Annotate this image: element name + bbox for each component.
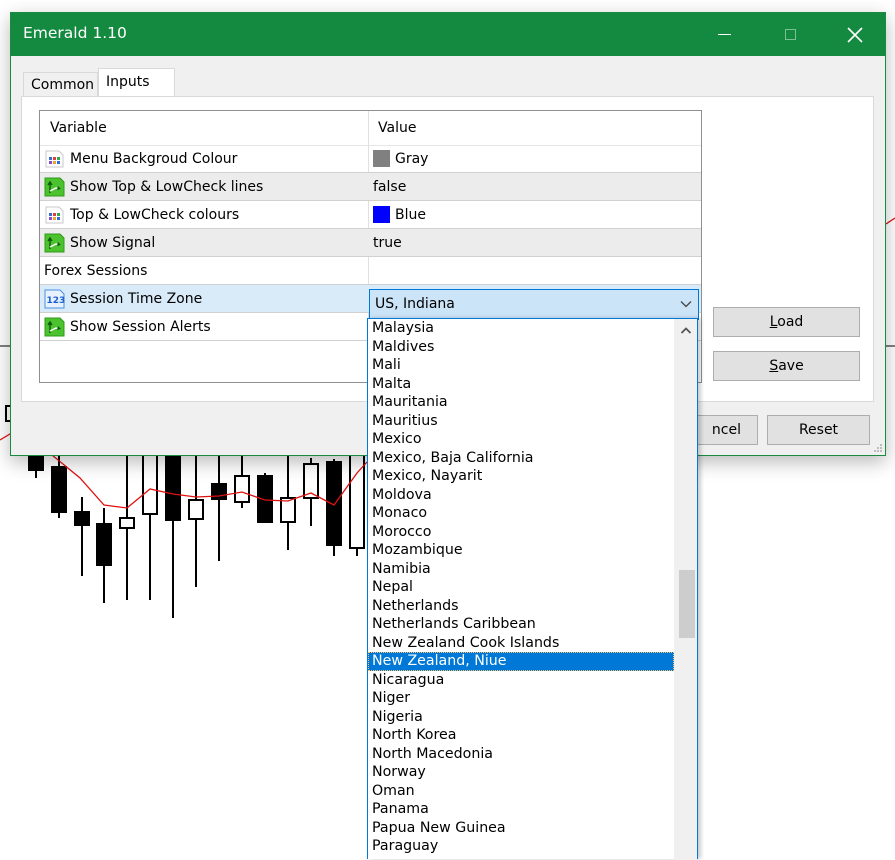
dropdown-option[interactable]: North Korea (368, 726, 674, 745)
column-header-variable[interactable]: Variable (50, 120, 107, 136)
close-button[interactable] (832, 13, 878, 56)
candle-body (326, 461, 342, 546)
grid-row-show-top-lowcheck-lines[interactable]: Show Top & LowCheck lines false (40, 173, 701, 201)
dropdown-option[interactable]: Norway (368, 763, 674, 782)
variable-name: Top & LowCheck colours (70, 206, 240, 223)
dropdown-option[interactable]: Mozambique (368, 541, 674, 560)
load-label: Load (769, 314, 804, 330)
variable-value[interactable]: Gray (395, 151, 428, 167)
cancel-label: ncel (711, 422, 741, 438)
dropdown-option[interactable]: Namibia (368, 560, 674, 579)
title-bar[interactable]: Emerald 1.10 (11, 13, 885, 56)
dropdown-options: Malaysia Maldives Mali Malta Mauritania Mauri… (368, 319, 674, 856)
scroll-up-button[interactable] (674, 319, 697, 341)
color-swatch (373, 150, 390, 167)
variable-name: Show Signal (70, 234, 156, 251)
candle-body (142, 446, 158, 515)
variable-name: Session Time Zone (70, 290, 203, 307)
dropdown-option[interactable]: Malaysia (368, 319, 674, 338)
grid-row-menu-background-colour[interactable]: Menu Backgroud Colour Gray (40, 145, 701, 173)
variable-name: Show Top & LowCheck lines (70, 178, 264, 195)
color-param-icon (44, 205, 66, 225)
save-button[interactable]: Save (713, 351, 860, 381)
dropdown-option[interactable]: Panama (368, 800, 674, 819)
candle-body (51, 466, 67, 513)
dropdown-option[interactable]: Mauritania (368, 393, 674, 412)
dropdown-option[interactable]: Mexico (368, 430, 674, 449)
variable-value[interactable]: false (373, 179, 406, 195)
dropdown-option[interactable]: Monaco (368, 504, 674, 523)
column-header-value[interactable]: Value (378, 120, 416, 136)
dropdown-scrollbar[interactable] (674, 319, 697, 860)
variable-name: Show Session Alerts (70, 318, 211, 335)
variable-value[interactable]: Blue (395, 207, 426, 223)
variable-name: Menu Backgroud Colour (70, 150, 238, 167)
moving-average-line (885, 217, 895, 225)
tab-common[interactable]: Common (23, 72, 98, 97)
grid-row-show-signal[interactable]: Show Signal true (40, 229, 701, 257)
dropdown-option[interactable]: Netherlands (368, 597, 674, 616)
candle-body (165, 446, 181, 521)
maximize-button (767, 13, 813, 56)
minimize-button[interactable] (701, 13, 747, 56)
tab-inputs[interactable]: Inputs (98, 68, 175, 98)
grid-row-top-lowcheck-colours[interactable]: Top & LowCheck colours Blue (40, 201, 701, 229)
candle-body (257, 475, 273, 523)
dropdown-option[interactable]: Mauritius (368, 412, 674, 431)
window-title: Emerald 1.10 (23, 24, 127, 42)
candle-body (349, 446, 365, 549)
maximize-icon (784, 29, 796, 40)
color-param-icon (44, 149, 66, 169)
session-time-zone-select[interactable]: US, Indiana (369, 289, 699, 320)
variable-value[interactable]: true (373, 235, 402, 251)
svg-text:123: 123 (47, 296, 66, 306)
number-param-icon: 123 (44, 289, 66, 309)
bool-param-icon (44, 177, 66, 197)
select-value: US, Indiana (375, 296, 455, 312)
grid-row-forex-sessions: Forex Sessions (40, 257, 701, 285)
candle-body (96, 523, 112, 566)
candle-body (188, 499, 204, 520)
reset-label: Reset (798, 422, 839, 438)
close-icon (847, 26, 863, 43)
dropdown-option[interactable]: Nicaragua (368, 671, 674, 690)
scrollbar-thumb[interactable] (679, 570, 695, 638)
dropdown-option[interactable]: Maldives (368, 338, 674, 357)
minimize-icon (717, 33, 731, 36)
dropdown-option[interactable]: Mexico, Nayarit (368, 467, 674, 486)
bool-param-icon (44, 233, 66, 253)
color-swatch (373, 206, 390, 223)
chevron-down-icon (680, 301, 692, 308)
candle-body (234, 475, 250, 503)
dropdown-option[interactable]: Nigeria (368, 708, 674, 727)
dropdown-option[interactable]: Moldova (368, 486, 674, 505)
chevron-up-icon (680, 326, 691, 334)
dropdown-option[interactable]: New Zealand Cook Islands (368, 634, 674, 653)
bool-param-icon (44, 317, 66, 337)
dropdown-option[interactable]: Paraguay (368, 837, 674, 856)
dropdown-option[interactable]: Mali (368, 356, 674, 375)
reset-button[interactable]: Reset (767, 415, 870, 445)
time-zone-dropdown-list[interactable]: Malaysia Maldives Mali Malta Mauritania Mauri… (367, 318, 698, 860)
dropdown-option[interactable]: Nepal (368, 578, 674, 597)
dropdown-option[interactable]: New Zealand, Niue (368, 652, 674, 671)
section-label: Forex Sessions (44, 262, 148, 279)
dropdown-option[interactable]: Morocco (368, 523, 674, 542)
dropdown-option[interactable]: Papua New Guinea (368, 819, 674, 838)
dropdown-option[interactable]: North Macedonia (368, 745, 674, 764)
save-label: Save (769, 358, 804, 374)
dropdown-option[interactable]: Oman (368, 782, 674, 801)
grid-header: Variable Value (40, 111, 701, 146)
candle-body (74, 511, 90, 526)
dropdown-option[interactable]: Netherlands Caribbean (368, 615, 674, 634)
dropdown-option[interactable]: Mexico, Baja California (368, 449, 674, 468)
load-button[interactable]: Load (713, 307, 860, 337)
candle-body (119, 517, 135, 529)
dropdown-option[interactable]: Niger (368, 689, 674, 708)
resize-grip-icon[interactable] (873, 443, 883, 453)
dropdown-option[interactable]: Malta (368, 375, 674, 394)
